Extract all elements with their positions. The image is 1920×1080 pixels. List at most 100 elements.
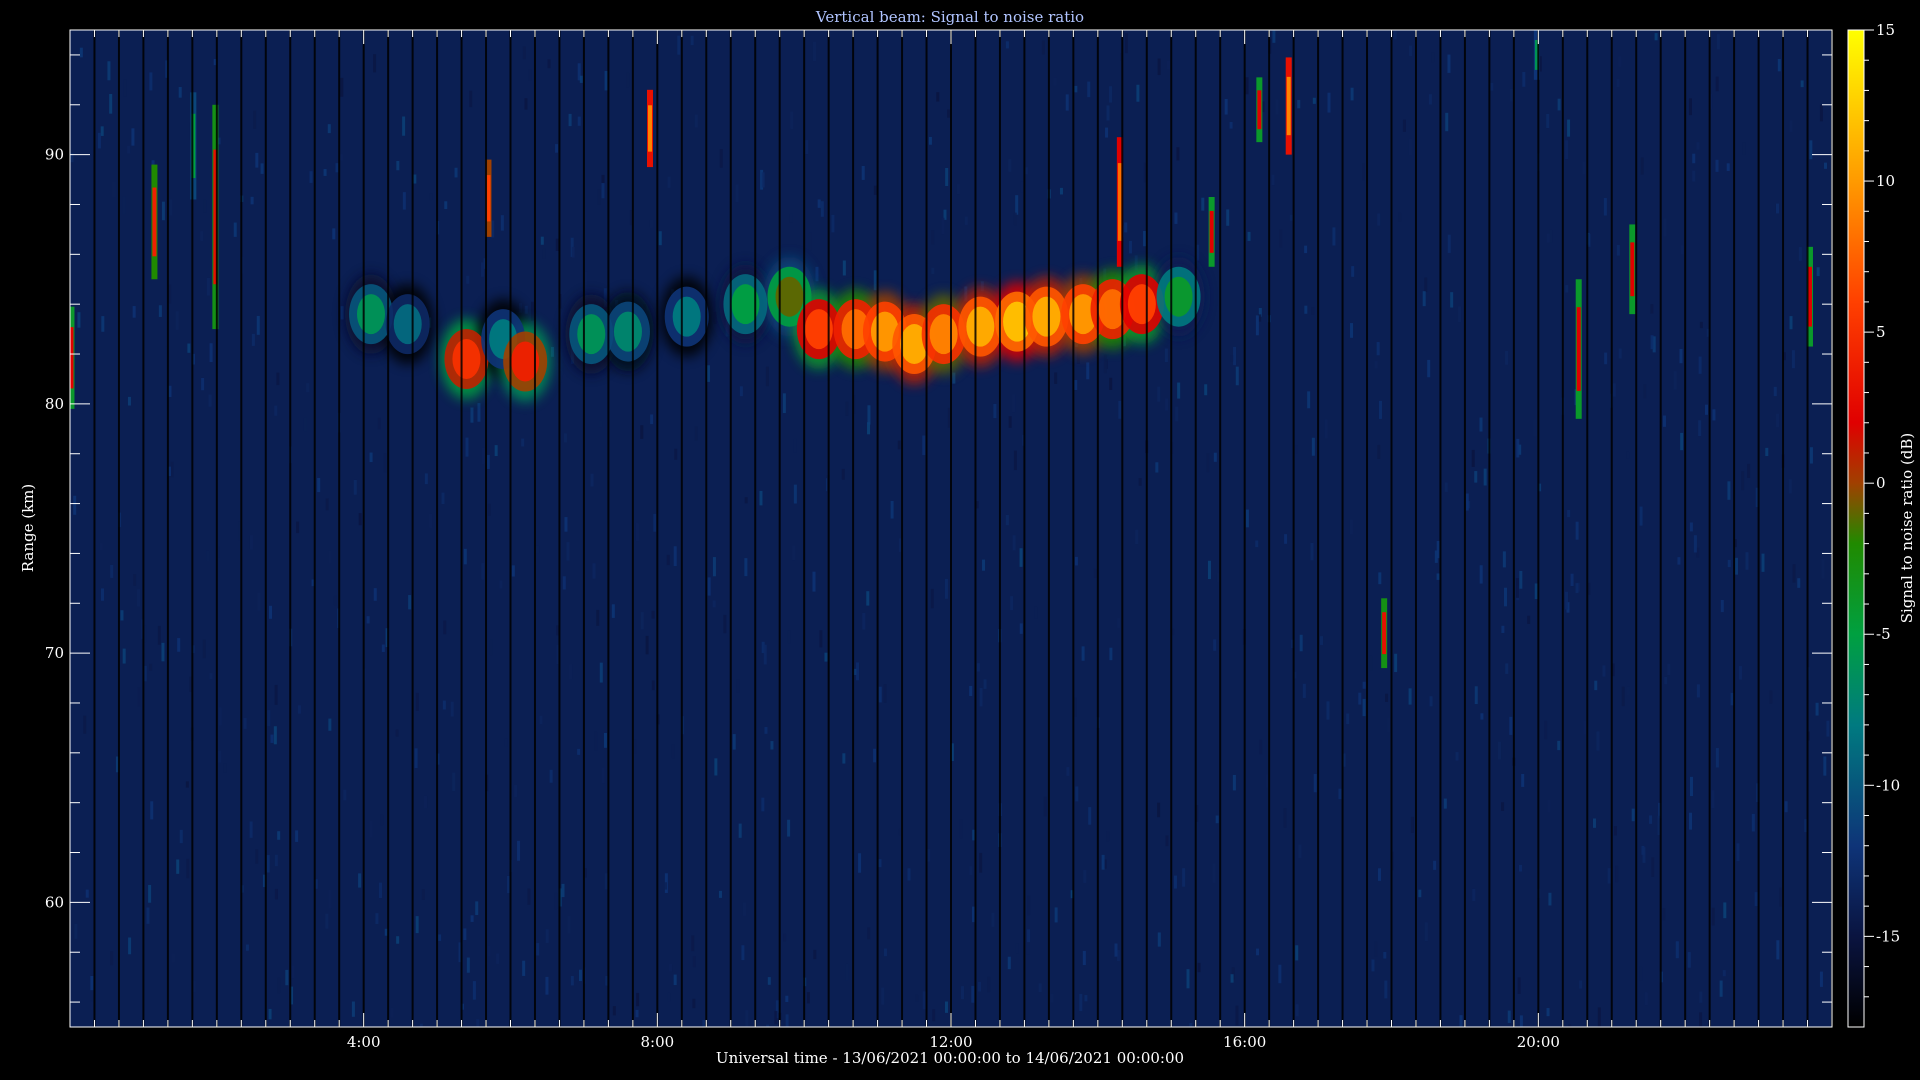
noise-cell xyxy=(1027,929,1031,943)
noise-cell xyxy=(1819,971,1823,987)
noise-cell xyxy=(604,70,608,91)
layer-core xyxy=(452,339,481,380)
noise-cell xyxy=(1313,773,1317,793)
gap-line xyxy=(485,30,488,1027)
noise-cell xyxy=(481,447,485,464)
layer-core xyxy=(1164,276,1193,317)
gap-line xyxy=(460,30,463,1027)
noise-cell xyxy=(200,231,204,241)
noise-cell xyxy=(100,126,104,136)
noise-cell xyxy=(120,610,124,621)
noise-cell xyxy=(945,167,949,187)
noise-cell xyxy=(1507,1010,1511,1023)
noise-cell xyxy=(1005,41,1009,49)
noise-cell xyxy=(1362,698,1366,717)
noise-cell xyxy=(1519,570,1523,589)
noise-cell xyxy=(1521,774,1525,787)
noise-cell xyxy=(1823,756,1827,776)
noise-cell xyxy=(626,72,630,88)
noise-cell xyxy=(1773,386,1777,397)
noise-cell xyxy=(339,154,343,161)
streak-core xyxy=(1209,210,1214,253)
noise-cell xyxy=(673,546,677,567)
noise-cell xyxy=(317,478,321,493)
noise-cell xyxy=(530,301,534,321)
noise-cell xyxy=(545,929,549,943)
noise-cell xyxy=(787,819,791,837)
noise-cell xyxy=(792,545,796,561)
noise-cell xyxy=(1324,419,1328,439)
noise-cell xyxy=(601,174,605,185)
noise-cell xyxy=(1289,214,1293,221)
noise-cell xyxy=(1215,815,1219,824)
noise-cell xyxy=(1546,1008,1550,1017)
noise-cell xyxy=(969,685,973,696)
noise-cell xyxy=(243,718,247,729)
noise-cell xyxy=(1751,813,1755,832)
noise-cell xyxy=(499,580,503,589)
noise-cell xyxy=(233,222,237,237)
noise-cell xyxy=(1433,860,1437,870)
gap-line xyxy=(289,30,292,1027)
noise-cell xyxy=(1157,802,1161,818)
noise-cell xyxy=(732,734,736,750)
noise-cell xyxy=(571,246,575,258)
noise-cell xyxy=(1654,33,1658,41)
noise-cell xyxy=(1582,161,1586,175)
noise-cell xyxy=(563,433,567,443)
noise-cell xyxy=(1639,506,1643,526)
noise-cell xyxy=(450,701,454,717)
noise-cell xyxy=(1663,218,1667,237)
noise-cell xyxy=(1201,197,1205,211)
noise-cell xyxy=(1479,417,1483,432)
chart: Vertical beam: Signal to noise ratio 4:0… xyxy=(0,0,1920,1080)
noise-cell xyxy=(744,558,748,577)
noise-cell xyxy=(1377,213,1381,226)
noise-cell xyxy=(1020,181,1024,193)
noise-cell xyxy=(77,312,81,328)
noise-cell xyxy=(1255,315,1259,336)
noise-cell xyxy=(808,232,812,251)
noise-cell xyxy=(1088,807,1092,825)
noise-cell xyxy=(944,578,948,599)
noise-cell xyxy=(1326,701,1330,720)
noise-cell xyxy=(266,855,270,873)
noise-cell xyxy=(110,951,114,966)
noise-cell xyxy=(274,684,278,705)
noise-cell xyxy=(761,797,765,812)
gap-line xyxy=(1194,30,1197,1027)
colorbar-tick-label: -5 xyxy=(1876,625,1891,643)
noise-cell xyxy=(1789,120,1793,132)
y-tick-label: 60 xyxy=(45,893,64,911)
noise-cell xyxy=(74,923,78,939)
noise-cell xyxy=(110,564,114,578)
noise-cell xyxy=(1338,788,1342,800)
layer-core xyxy=(357,294,386,335)
noise-cell xyxy=(1471,449,1475,467)
noise-cell xyxy=(1135,529,1139,545)
noise-cell xyxy=(522,960,526,976)
noise-cell xyxy=(542,248,546,259)
y-tick-label: 70 xyxy=(45,644,64,662)
noise-cell xyxy=(1235,1005,1239,1026)
noise-cell xyxy=(97,132,101,149)
noise-cell xyxy=(971,985,975,1003)
noise-cell xyxy=(1019,623,1023,634)
noise-cell xyxy=(1074,380,1078,391)
noise-cell xyxy=(1086,362,1090,380)
gap-line xyxy=(1708,30,1711,1027)
noise-cell xyxy=(1299,634,1303,652)
noise-cell xyxy=(1374,941,1378,957)
streak-core xyxy=(647,105,652,152)
noise-cell xyxy=(878,859,882,868)
noise-cell xyxy=(1650,335,1654,350)
noise-cell xyxy=(177,638,181,652)
noise-cell xyxy=(763,644,767,665)
noise-cell xyxy=(1177,382,1181,399)
noise-cell xyxy=(373,54,377,73)
noise-cell xyxy=(867,927,871,940)
noise-cell xyxy=(253,110,257,129)
noise-cell xyxy=(1734,557,1738,575)
noise-cell xyxy=(714,758,718,776)
noise-cell xyxy=(202,639,206,659)
